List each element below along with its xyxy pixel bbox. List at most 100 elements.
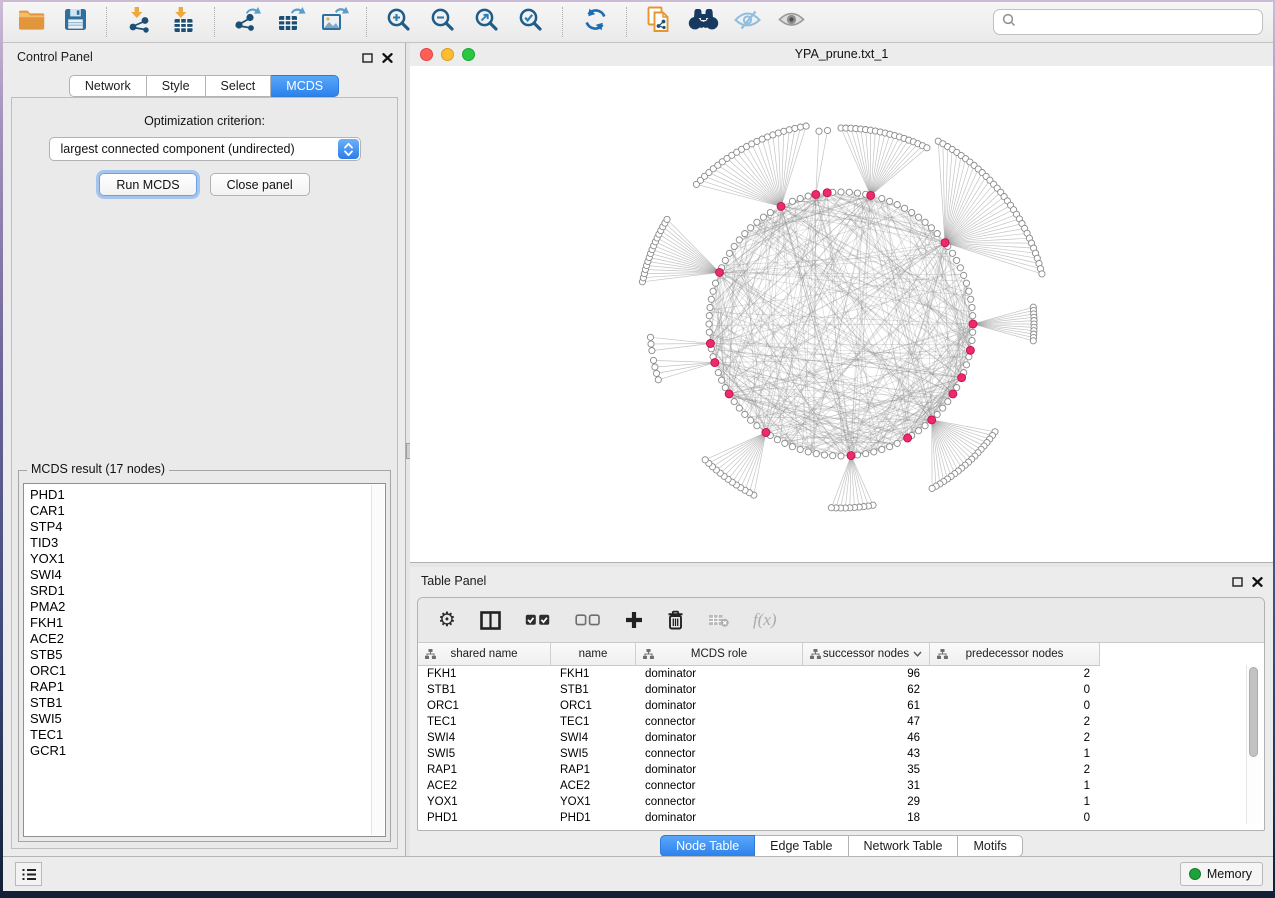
table-cell: 31 <box>803 778 930 794</box>
table-row[interactable]: SWI5SWI5connector431 <box>418 746 1264 762</box>
column-header-mcds-role[interactable]: MCDS role <box>636 643 803 665</box>
table-cell: 2 <box>930 666 1100 682</box>
function-builder-icon-disabled: f(x) <box>753 610 777 630</box>
list-item[interactable]: GCR1 <box>30 743 385 759</box>
table-cell: 2 <box>930 714 1100 730</box>
list-item[interactable]: STP4 <box>30 519 385 535</box>
result-list-scrollbar[interactable] <box>371 485 384 835</box>
list-item[interactable]: RAP1 <box>30 679 385 695</box>
main-toolbar <box>3 2 1273 43</box>
show-all-button[interactable] <box>773 6 809 38</box>
list-item[interactable]: TEC1 <box>30 727 385 743</box>
table-row[interactable]: YOX1YOX1connector291 <box>418 794 1264 810</box>
table-cell: SWI4 <box>418 730 551 746</box>
zoom-selected-button[interactable] <box>513 6 549 38</box>
tab-node-table[interactable]: Node Table <box>660 835 755 857</box>
table-row[interactable]: STB1STB1dominator620 <box>418 682 1264 698</box>
close-panel-button[interactable]: Close panel <box>210 173 310 196</box>
tab-network-table[interactable]: Network Table <box>849 835 959 857</box>
delete-column-trash-icon[interactable] <box>667 610 684 630</box>
deselect-all-columns-icon[interactable] <box>575 614 601 626</box>
table-row[interactable]: ACE2ACE2connector311 <box>418 778 1264 794</box>
table-toolbar: ⚙ f(x) <box>418 598 1264 643</box>
scrollbar-thumb[interactable] <box>1249 667 1258 757</box>
zoom-fit-button[interactable] <box>469 6 505 38</box>
column-header-name[interactable]: name <box>551 643 636 665</box>
table-cell: dominator <box>636 810 803 826</box>
export-table-button[interactable] <box>273 6 309 38</box>
network-search-box[interactable] <box>993 9 1263 35</box>
list-item[interactable]: CAR1 <box>30 503 385 519</box>
table-row[interactable]: TEC1TEC1connector472 <box>418 714 1264 730</box>
network-window-titlebar: YPA_prune.txt_1 <box>410 43 1273 67</box>
table-row[interactable]: ORC1ORC1dominator610 <box>418 698 1264 714</box>
tab-style[interactable]: Style <box>147 75 206 97</box>
show-columns-icon[interactable] <box>480 611 501 630</box>
table-row[interactable]: RAP1RAP1dominator352 <box>418 762 1264 778</box>
list-item[interactable]: ACE2 <box>30 631 385 647</box>
optimization-select[interactable]: largest connected component (undirected) <box>49 137 361 161</box>
list-item[interactable]: ORC1 <box>30 663 385 679</box>
run-mcds-button[interactable]: Run MCDS <box>99 173 196 196</box>
zoom-out-button[interactable] <box>425 6 461 38</box>
table-cell: 62 <box>803 682 930 698</box>
show-panels-list-button[interactable] <box>15 862 42 886</box>
table-row[interactable]: PHD1PHD1dominator180 <box>418 810 1264 826</box>
export-network-button[interactable] <box>229 6 265 38</box>
mcds-result-list[interactable]: PHD1CAR1STP4TID3YOX1SWI4SRD1PMA2FKH1ACE2… <box>23 483 386 837</box>
search-input[interactable] <box>1022 14 1254 30</box>
save-session-button[interactable] <box>57 6 93 38</box>
zoom-out-icon <box>429 6 457 39</box>
tab-mcds[interactable]: MCDS <box>271 75 339 97</box>
tab-network[interactable]: Network <box>69 75 147 97</box>
table-scrollbar[interactable] <box>1246 665 1261 824</box>
list-item[interactable]: SWI5 <box>30 711 385 727</box>
close-panel-icon[interactable] <box>1252 574 1263 592</box>
export-image-button[interactable] <box>317 6 353 38</box>
column-header-successor-nodes[interactable]: successor nodes <box>803 643 930 665</box>
table-row[interactable]: SWI4SWI4dominator462 <box>418 730 1264 746</box>
import-network-icon <box>126 6 153 38</box>
list-item[interactable]: FKH1 <box>30 615 385 631</box>
memory-button[interactable]: Memory <box>1180 862 1263 886</box>
add-column-icon[interactable] <box>625 611 643 629</box>
hide-selected-button[interactable] <box>729 6 765 38</box>
column-header-predecessor-nodes[interactable]: predecessor nodes <box>930 643 1100 665</box>
tab-select[interactable]: Select <box>206 75 272 97</box>
list-item[interactable]: PHD1 <box>30 487 385 503</box>
select-all-columns-icon[interactable] <box>525 614 551 626</box>
list-item[interactable]: YOX1 <box>30 551 385 567</box>
table-settings-gear-icon[interactable]: ⚙ <box>438 610 456 630</box>
list-item[interactable]: PMA2 <box>30 599 385 615</box>
float-panel-icon[interactable] <box>362 50 373 68</box>
binoculars-icon <box>688 9 719 35</box>
apply-layout-button[interactable] <box>577 6 613 38</box>
list-item[interactable]: STB5 <box>30 647 385 663</box>
table-row[interactable]: FKH1FKH1dominator962 <box>418 666 1264 682</box>
duplicate-network-button[interactable] <box>641 6 677 38</box>
zoom-fit-icon <box>473 6 501 39</box>
zoom-in-button[interactable] <box>381 6 417 38</box>
eye-icon <box>777 10 806 34</box>
import-table-button[interactable] <box>165 6 201 38</box>
table-cell: 43 <box>803 746 930 762</box>
import-network-button[interactable] <box>121 6 157 38</box>
mcds-result-title: MCDS result (17 nodes) <box>27 462 169 476</box>
table-cell: FKH1 <box>551 666 636 682</box>
open-file-button[interactable] <box>13 6 49 38</box>
list-item[interactable]: TID3 <box>30 535 385 551</box>
tab-edge-table[interactable]: Edge Table <box>755 835 848 857</box>
list-item[interactable]: SWI4 <box>30 567 385 583</box>
network-canvas[interactable] <box>410 66 1273 562</box>
list-item[interactable]: SRD1 <box>30 583 385 599</box>
table-cell: 96 <box>803 666 930 682</box>
table-cell: 0 <box>930 698 1100 714</box>
toolbar-separator <box>562 7 564 37</box>
tab-motifs[interactable]: Motifs <box>958 835 1022 857</box>
close-panel-icon[interactable] <box>382 50 393 68</box>
list-item[interactable]: STB1 <box>30 695 385 711</box>
column-header-shared-name[interactable]: shared name <box>418 643 551 665</box>
table-cell: 46 <box>803 730 930 746</box>
float-panel-icon[interactable] <box>1232 574 1243 592</box>
search-binoculars-button[interactable] <box>685 6 721 38</box>
